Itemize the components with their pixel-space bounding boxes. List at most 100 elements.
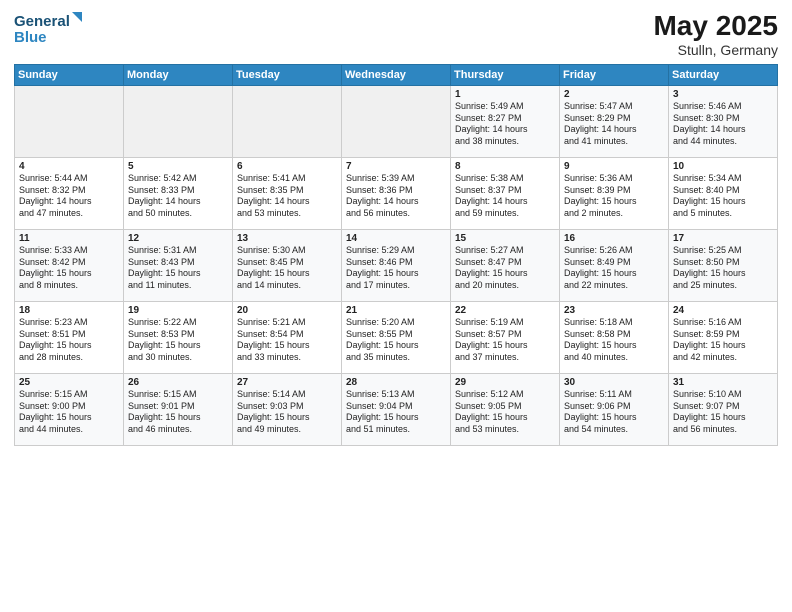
calendar-page: General Blue May 2025 Stulln, Germany Su…	[0, 0, 792, 612]
weekday-header-wednesday: Wednesday	[342, 65, 451, 86]
day-info-line: and 42 minutes.	[673, 352, 773, 364]
calendar-cell: 29Sunrise: 5:12 AMSunset: 9:05 PMDayligh…	[451, 374, 560, 446]
day-info-line: Sunset: 8:54 PM	[237, 329, 337, 341]
day-info-line: and 11 minutes.	[128, 280, 228, 292]
day-info-line: and 56 minutes.	[346, 208, 446, 220]
day-info-line: and 51 minutes.	[346, 424, 446, 436]
day-info-line: Sunrise: 5:25 AM	[673, 245, 773, 257]
day-info-line: and 44 minutes.	[673, 136, 773, 148]
day-info-line: and 40 minutes.	[564, 352, 664, 364]
calendar-cell: 6Sunrise: 5:41 AMSunset: 8:35 PMDaylight…	[233, 158, 342, 230]
day-info-line: Sunrise: 5:15 AM	[128, 389, 228, 401]
day-info-line: Daylight: 15 hours	[128, 340, 228, 352]
day-info-line: Sunset: 9:07 PM	[673, 401, 773, 413]
day-info-line: Sunrise: 5:10 AM	[673, 389, 773, 401]
day-info-line: Sunrise: 5:30 AM	[237, 245, 337, 257]
calendar-cell: 8Sunrise: 5:38 AMSunset: 8:37 PMDaylight…	[451, 158, 560, 230]
day-info-line: Daylight: 15 hours	[237, 340, 337, 352]
day-info-line: Sunset: 8:40 PM	[673, 185, 773, 197]
day-info-line: Daylight: 15 hours	[19, 340, 119, 352]
day-info-line: and 2 minutes.	[564, 208, 664, 220]
calendar-cell: 9Sunrise: 5:36 AMSunset: 8:39 PMDaylight…	[560, 158, 669, 230]
day-info-line: Sunrise: 5:46 AM	[673, 101, 773, 113]
day-info-line: Sunset: 8:55 PM	[346, 329, 446, 341]
day-info-line: Sunset: 8:36 PM	[346, 185, 446, 197]
day-info-line: and 22 minutes.	[564, 280, 664, 292]
day-number: 28	[346, 377, 446, 388]
logo: General Blue	[14, 10, 84, 50]
weekday-header-thursday: Thursday	[451, 65, 560, 86]
calendar-cell: 30Sunrise: 5:11 AMSunset: 9:06 PMDayligh…	[560, 374, 669, 446]
svg-text:General: General	[14, 13, 70, 30]
day-info-line: Daylight: 15 hours	[346, 412, 446, 424]
calendar-cell: 25Sunrise: 5:15 AMSunset: 9:00 PMDayligh…	[15, 374, 124, 446]
weekday-header-monday: Monday	[124, 65, 233, 86]
day-info-line: Sunrise: 5:21 AM	[237, 317, 337, 329]
day-number: 22	[455, 305, 555, 316]
calendar-cell	[124, 86, 233, 158]
calendar-cell: 10Sunrise: 5:34 AMSunset: 8:40 PMDayligh…	[669, 158, 778, 230]
day-info-line: Sunrise: 5:36 AM	[564, 173, 664, 185]
day-info-line: Sunset: 9:01 PM	[128, 401, 228, 413]
day-number: 24	[673, 305, 773, 316]
calendar-cell: 11Sunrise: 5:33 AMSunset: 8:42 PMDayligh…	[15, 230, 124, 302]
day-number: 8	[455, 161, 555, 172]
day-info-line: Sunrise: 5:49 AM	[455, 101, 555, 113]
day-info-line: Sunset: 9:04 PM	[346, 401, 446, 413]
day-info-line: Sunset: 8:29 PM	[564, 113, 664, 125]
day-info-line: and 53 minutes.	[237, 208, 337, 220]
day-info-line: Sunset: 8:57 PM	[455, 329, 555, 341]
day-info-line: Sunrise: 5:47 AM	[564, 101, 664, 113]
day-info-line: Daylight: 14 hours	[237, 196, 337, 208]
location: Stulln, Germany	[653, 42, 778, 58]
title-block: May 2025 Stulln, Germany	[653, 10, 778, 58]
day-info-line: Daylight: 15 hours	[128, 268, 228, 280]
day-info-line: Daylight: 14 hours	[673, 124, 773, 136]
day-number: 13	[237, 233, 337, 244]
calendar-cell: 31Sunrise: 5:10 AMSunset: 9:07 PMDayligh…	[669, 374, 778, 446]
day-info-line: Sunset: 8:39 PM	[564, 185, 664, 197]
calendar-cell	[342, 86, 451, 158]
day-info-line: Sunset: 8:47 PM	[455, 257, 555, 269]
day-info-line: Sunrise: 5:18 AM	[564, 317, 664, 329]
calendar-cell	[233, 86, 342, 158]
day-info-line: Sunrise: 5:33 AM	[19, 245, 119, 257]
calendar-cell: 21Sunrise: 5:20 AMSunset: 8:55 PMDayligh…	[342, 302, 451, 374]
day-number: 20	[237, 305, 337, 316]
day-number: 15	[455, 233, 555, 244]
day-number: 26	[128, 377, 228, 388]
day-number: 10	[673, 161, 773, 172]
day-info-line: Sunset: 8:53 PM	[128, 329, 228, 341]
day-number: 2	[564, 89, 664, 100]
day-number: 19	[128, 305, 228, 316]
day-info-line: Sunrise: 5:22 AM	[128, 317, 228, 329]
day-info-line: Sunset: 9:00 PM	[19, 401, 119, 413]
calendar-cell: 19Sunrise: 5:22 AMSunset: 8:53 PMDayligh…	[124, 302, 233, 374]
day-info-line: Sunrise: 5:38 AM	[455, 173, 555, 185]
day-number: 3	[673, 89, 773, 100]
calendar-cell: 2Sunrise: 5:47 AMSunset: 8:29 PMDaylight…	[560, 86, 669, 158]
day-info-line: and 17 minutes.	[346, 280, 446, 292]
day-info-line: Daylight: 15 hours	[455, 412, 555, 424]
day-info-line: Sunset: 8:32 PM	[19, 185, 119, 197]
week-row-4: 18Sunrise: 5:23 AMSunset: 8:51 PMDayligh…	[15, 302, 778, 374]
month-year: May 2025	[653, 10, 778, 42]
day-info-line: and 8 minutes.	[19, 280, 119, 292]
day-info-line: Sunset: 8:42 PM	[19, 257, 119, 269]
day-info-line: Daylight: 14 hours	[19, 196, 119, 208]
day-info-line: Sunrise: 5:27 AM	[455, 245, 555, 257]
day-info-line: Sunset: 8:50 PM	[673, 257, 773, 269]
week-row-3: 11Sunrise: 5:33 AMSunset: 8:42 PMDayligh…	[15, 230, 778, 302]
day-number: 17	[673, 233, 773, 244]
calendar-cell: 16Sunrise: 5:26 AMSunset: 8:49 PMDayligh…	[560, 230, 669, 302]
day-info-line: Sunset: 9:03 PM	[237, 401, 337, 413]
day-info-line: Daylight: 15 hours	[673, 196, 773, 208]
day-number: 31	[673, 377, 773, 388]
day-info-line: and 50 minutes.	[128, 208, 228, 220]
calendar-cell: 4Sunrise: 5:44 AMSunset: 8:32 PMDaylight…	[15, 158, 124, 230]
day-info-line: Sunset: 8:43 PM	[128, 257, 228, 269]
day-info-line: Daylight: 15 hours	[455, 340, 555, 352]
day-info-line: and 41 minutes.	[564, 136, 664, 148]
day-number: 21	[346, 305, 446, 316]
week-row-2: 4Sunrise: 5:44 AMSunset: 8:32 PMDaylight…	[15, 158, 778, 230]
